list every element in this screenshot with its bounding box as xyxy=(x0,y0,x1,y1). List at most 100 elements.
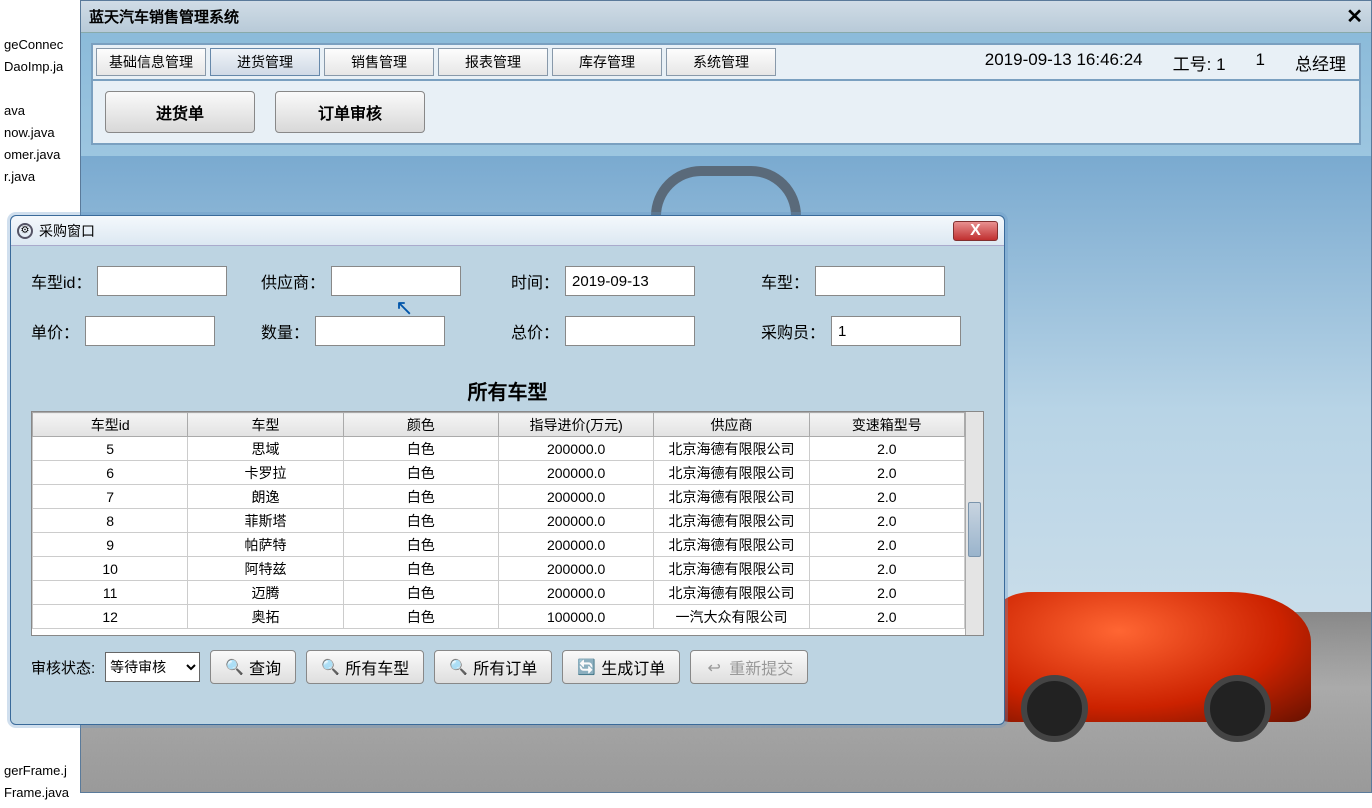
table-cell: 北京海德有限限公司 xyxy=(654,533,809,557)
resubmit-button[interactable]: 重新提交 xyxy=(690,650,808,684)
table-cell: 白色 xyxy=(343,485,498,509)
generate-order-button[interactable]: 生成订单 xyxy=(562,650,680,684)
table-cell: 北京海德有限限公司 xyxy=(654,581,809,605)
table-cell: 6 xyxy=(33,461,188,485)
table-cell: 北京海德有限限公司 xyxy=(654,461,809,485)
purchase-dialog: ⚙ 采购窗口 X 车型id：供应商：时间：车型： 单价：数量：总价：采购员： 所… xyxy=(10,215,1005,725)
table-row[interactable]: 11迈腾白色200000.0北京海德有限限公司2.0 xyxy=(33,581,965,605)
bg-file: now.java xyxy=(4,122,76,144)
table-cell: 一汽大众有限公司 xyxy=(654,605,809,629)
table-cell: 白色 xyxy=(343,437,498,461)
bg-file: ava xyxy=(4,100,76,122)
table-cell: 200000.0 xyxy=(498,485,653,509)
action-row: 审核状态: 等待审核 查询 所有车型 所有订单 生成订单 重新提交 xyxy=(11,636,1004,698)
field-input-fr2-2[interactable] xyxy=(565,316,695,346)
field-input-fr1-1[interactable] xyxy=(331,266,461,296)
field-label: 供应商： xyxy=(261,269,325,293)
menu-4[interactable]: 库存管理 xyxy=(552,48,662,76)
table-cell: 奥拓 xyxy=(188,605,343,629)
field-input-fr1-2[interactable] xyxy=(565,266,695,296)
table-row[interactable]: 5思域白色200000.0北京海德有限限公司2.0 xyxy=(33,437,965,461)
table-cell: 2.0 xyxy=(809,509,964,533)
table-cell: 8 xyxy=(33,509,188,533)
dialog-titlebar: ⚙ 采购窗口 X xyxy=(11,216,1004,246)
table-header: 供应商 xyxy=(654,413,809,437)
table-container: 车型id车型颜色指导进价(万元)供应商变速箱型号 5思域白色200000.0北京… xyxy=(31,411,984,636)
main-close-icon[interactable]: ✕ xyxy=(1346,4,1363,29)
role-label: 总经理 xyxy=(1295,50,1346,75)
table-cell: 200000.0 xyxy=(498,509,653,533)
bg-file: omer.java xyxy=(4,144,76,166)
menu-1[interactable]: 进货管理 xyxy=(210,48,320,76)
table-scrollbar[interactable] xyxy=(965,412,983,635)
table-cell: 2.0 xyxy=(809,461,964,485)
table-row[interactable]: 12奥拓白色100000.0一汽大众有限公司2.0 xyxy=(33,605,965,629)
menu-2[interactable]: 销售管理 xyxy=(324,48,434,76)
field-label: 采购员： xyxy=(761,319,825,343)
table-cell: 2.0 xyxy=(809,437,964,461)
table-cell: 白色 xyxy=(343,581,498,605)
bg-file: gerFrame.j xyxy=(4,760,76,782)
datetime-label: 2019-09-13 16:46:24 xyxy=(985,50,1143,75)
table-cell: 白色 xyxy=(343,605,498,629)
field-input-fr1-3[interactable] xyxy=(815,266,945,296)
emp-id-label: 工号: 1 xyxy=(1173,50,1226,75)
table-row[interactable]: 8菲斯塔白色200000.0北京海德有限限公司2.0 xyxy=(33,509,965,533)
bg-file: DaoImp.ja xyxy=(4,56,76,78)
table-cell: 100000.0 xyxy=(498,605,653,629)
table-cell: 2.0 xyxy=(809,581,964,605)
status-select[interactable]: 等待审核 xyxy=(105,652,200,682)
all-models-button[interactable]: 所有车型 xyxy=(306,650,424,684)
search-icon xyxy=(225,658,243,676)
table-cell: 卡罗拉 xyxy=(188,461,343,485)
table-row[interactable]: 6卡罗拉白色200000.0北京海德有限限公司2.0 xyxy=(33,461,965,485)
table-row[interactable]: 9帕萨特白色200000.0北京海德有限限公司2.0 xyxy=(33,533,965,557)
field-input-fr2-1[interactable] xyxy=(315,316,445,346)
menu-bar: 基础信息管理进货管理销售管理报表管理库存管理系统管理 2019-09-13 16… xyxy=(91,43,1361,81)
field-label: 时间： xyxy=(511,269,559,293)
search-icon xyxy=(321,658,339,676)
table-cell: 9 xyxy=(33,533,188,557)
menu-5[interactable]: 系统管理 xyxy=(666,48,776,76)
field-input-fr2-0[interactable] xyxy=(85,316,215,346)
table-cell: 北京海德有限限公司 xyxy=(654,557,809,581)
table-cell: 5 xyxy=(33,437,188,461)
table-cell: 帕萨特 xyxy=(188,533,343,557)
refresh-icon xyxy=(577,658,595,676)
table-cell: 7 xyxy=(33,485,188,509)
table-cell: 2.0 xyxy=(809,533,964,557)
sub-button-0[interactable]: 进货单 xyxy=(105,91,255,133)
query-button[interactable]: 查询 xyxy=(210,650,296,684)
bg-file: r.java xyxy=(4,166,76,188)
field-input-fr1-0[interactable] xyxy=(97,266,227,296)
table-cell: 思域 xyxy=(188,437,343,461)
table-cell: 10 xyxy=(33,557,188,581)
table-cell: 11 xyxy=(33,581,188,605)
table-cell: 白色 xyxy=(343,533,498,557)
menu-3[interactable]: 报表管理 xyxy=(438,48,548,76)
table-title: 所有车型 xyxy=(11,376,1004,405)
bg-file xyxy=(4,738,76,760)
dialog-gear-icon: ⚙ xyxy=(17,223,33,239)
form-area: 车型id：供应商：时间：车型： 单价：数量：总价：采购员： xyxy=(11,246,1004,372)
field-input-fr2-3[interactable] xyxy=(831,316,961,346)
all-orders-button[interactable]: 所有订单 xyxy=(434,650,552,684)
table-row[interactable]: 7朗逸白色200000.0北京海德有限限公司2.0 xyxy=(33,485,965,509)
table-cell: 2.0 xyxy=(809,557,964,581)
field-label: 车型： xyxy=(761,269,809,293)
table-cell: 菲斯塔 xyxy=(188,509,343,533)
back-icon xyxy=(705,658,723,676)
table-header: 颜色 xyxy=(343,413,498,437)
table-header: 指导进价(万元) xyxy=(498,413,653,437)
dialog-close-button[interactable]: X xyxy=(953,221,998,241)
table-row[interactable]: 10阿特兹白色200000.0北京海德有限限公司2.0 xyxy=(33,557,965,581)
table-cell: 白色 xyxy=(343,509,498,533)
menu-0[interactable]: 基础信息管理 xyxy=(96,48,206,76)
table-cell: 200000.0 xyxy=(498,581,653,605)
table-cell: 白色 xyxy=(343,461,498,485)
sub-button-1[interactable]: 订单审核 xyxy=(275,91,425,133)
table-cell: 北京海德有限限公司 xyxy=(654,437,809,461)
table-cell: 北京海德有限限公司 xyxy=(654,485,809,509)
field-label: 单价： xyxy=(31,319,79,343)
table-cell: 12 xyxy=(33,605,188,629)
